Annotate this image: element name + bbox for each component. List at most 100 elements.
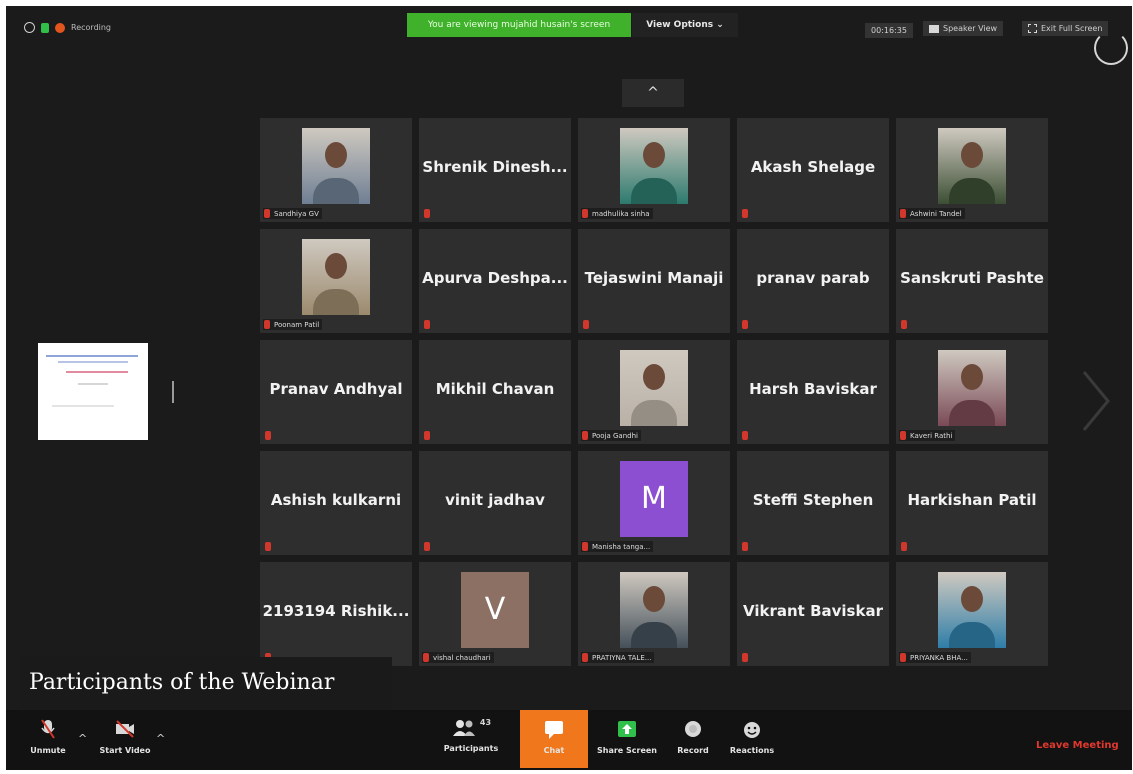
muted-mic-icon [265, 542, 271, 551]
participant-video [302, 128, 370, 204]
participant-tile[interactable]: Vikrant Baviskar [737, 562, 889, 666]
participant-video [302, 239, 370, 315]
participant-tile[interactable]: Tejaswini Manaji [578, 229, 730, 333]
muted-mic-icon [424, 542, 430, 551]
exit-fullscreen-label: Exit Full Screen [1041, 24, 1103, 33]
share-screen-label: Share Screen [596, 746, 657, 755]
start-video-button[interactable]: Start Video [90, 718, 160, 755]
participants-button[interactable]: 43 Participants [436, 718, 506, 753]
participant-tile[interactable]: 2193194 Rishik... [260, 562, 412, 666]
muted-mic-icon [423, 653, 429, 662]
participant-tile[interactable]: Akash Shelage [737, 118, 889, 222]
muted-mic-icon [424, 431, 430, 440]
loading-ring-icon [1094, 31, 1128, 65]
participant-tile[interactable]: Steffi Stephen [737, 451, 889, 555]
lock-icon[interactable] [41, 22, 49, 33]
unmute-button[interactable]: Unmute [18, 718, 78, 755]
chat-icon [545, 721, 563, 739]
participant-silhouette [325, 253, 347, 279]
participant-tile[interactable]: Harkishan Patil [896, 451, 1048, 555]
muted-mic-icon [900, 431, 906, 440]
muted-mic-icon [742, 542, 748, 551]
recording-dot-icon [55, 22, 65, 33]
participant-label-text: Kaveri Rathi [910, 431, 953, 440]
record-button[interactable]: Record [666, 718, 720, 755]
participant-avatar: M [620, 461, 688, 537]
recording-indicator: Recording [24, 22, 111, 33]
participant-avatar: V [461, 572, 529, 648]
participant-label: PRATIYNA TALE... [581, 652, 655, 663]
muted-mic-icon [742, 653, 748, 662]
shared-screen-thumbnail[interactable] [38, 343, 148, 440]
gallery-scroll-up-button[interactable]: ^ [622, 79, 684, 107]
participant-label-text: Sandhiya GV [274, 209, 319, 218]
participant-tile[interactable]: Kaveri Rathi [896, 340, 1048, 444]
thumbnail-title-line [46, 355, 138, 357]
participant-tile[interactable]: Pooja Gandhi [578, 340, 730, 444]
participant-video [938, 128, 1006, 204]
chat-button[interactable]: Chat [520, 710, 588, 768]
participant-tile[interactable]: pranav parab [737, 229, 889, 333]
participant-tile[interactable]: M Manisha tanga... [578, 451, 730, 555]
participant-name: pranav parab [756, 269, 870, 287]
leave-meeting-button[interactable]: Leave Meeting [1036, 740, 1119, 751]
participant-name: Sanskruti Pashte [900, 269, 1044, 287]
speaker-view-icon [929, 24, 939, 33]
muted-mic-icon [41, 719, 55, 739]
participant-label-text: Poonam Patil [274, 320, 320, 329]
participant-gallery: Sandhiya GV Shrenik Dinesh... madhulika si… [260, 118, 1050, 668]
participant-label-text: PRATIYNA TALE... [592, 653, 652, 662]
chevron-right-icon[interactable] [1076, 366, 1116, 436]
panel-resize-handle[interactable] [172, 381, 174, 403]
participant-silhouette [643, 364, 665, 390]
viewing-screen-banner: You are viewing mujahid husain's screen [407, 13, 631, 37]
participant-tile[interactable]: Poonam Patil [260, 229, 412, 333]
participant-tile[interactable]: Harsh Baviskar [737, 340, 889, 444]
muted-mic-icon [742, 320, 748, 329]
participant-name: Harkishan Patil [907, 491, 1037, 509]
participant-silhouette [643, 142, 665, 168]
participant-tile[interactable]: Mikhil Chavan [419, 340, 571, 444]
share-screen-button[interactable]: Share Screen [594, 718, 660, 755]
participant-tile[interactable]: Shrenik Dinesh... [419, 118, 571, 222]
thumbnail-line [78, 383, 108, 385]
participant-label: vishal chaudhari [422, 652, 494, 663]
audio-options-caret-icon[interactable]: ^ [78, 732, 87, 745]
participant-label: Ashwini Tandel [899, 208, 965, 219]
muted-mic-icon [900, 653, 906, 662]
participant-tile[interactable]: Pranav Andhyal [260, 340, 412, 444]
speaker-view-button[interactable]: Speaker View [923, 21, 1004, 36]
exit-fullscreen-button[interactable]: Exit Full Screen [1022, 21, 1109, 36]
participant-tile[interactable]: Vvishal chaudhari [419, 562, 571, 666]
participant-name: Shrenik Dinesh... [422, 158, 568, 176]
participant-name: Harsh Baviskar [749, 380, 877, 398]
reactions-button[interactable]: Reactions [722, 718, 782, 755]
reactions-label: Reactions [729, 746, 775, 755]
participant-tile[interactable]: Sanskruti Pashte [896, 229, 1048, 333]
participant-name: Ashish kulkarni [270, 491, 402, 509]
thumbnail-line [58, 361, 128, 363]
speaker-view-label: Speaker View [943, 24, 998, 33]
participant-tile[interactable]: Sandhiya GV [260, 118, 412, 222]
muted-mic-icon [900, 209, 906, 218]
participant-tile[interactable]: PRATIYNA TALE... [578, 562, 730, 666]
participant-tile[interactable]: Ashish kulkarni [260, 451, 412, 555]
participant-tile[interactable]: PRIYANKA BHA... [896, 562, 1048, 666]
participant-label-text: Manisha tanga... [592, 542, 651, 551]
participant-label: madhulika sinha [581, 208, 653, 219]
participant-silhouette [643, 586, 665, 612]
participant-tile[interactable]: vinit jadhav [419, 451, 571, 555]
participant-label-text: Ashwini Tandel [910, 209, 962, 218]
info-icon[interactable] [24, 22, 35, 33]
participants-label: Participants [443, 744, 499, 753]
participant-tile[interactable]: Ashwini Tandel [896, 118, 1048, 222]
participants-count: 43 [479, 718, 492, 727]
participant-tile[interactable]: madhulika sinha [578, 118, 730, 222]
participant-tile[interactable]: Apurva Deshpa... [419, 229, 571, 333]
thumbnail-line [52, 405, 114, 407]
participant-label: Poonam Patil [263, 319, 323, 330]
participant-video [620, 128, 688, 204]
view-options-button[interactable]: View Options ⌄ [632, 13, 738, 37]
video-options-caret-icon[interactable]: ^ [156, 732, 165, 745]
participants-icon [452, 720, 475, 736]
